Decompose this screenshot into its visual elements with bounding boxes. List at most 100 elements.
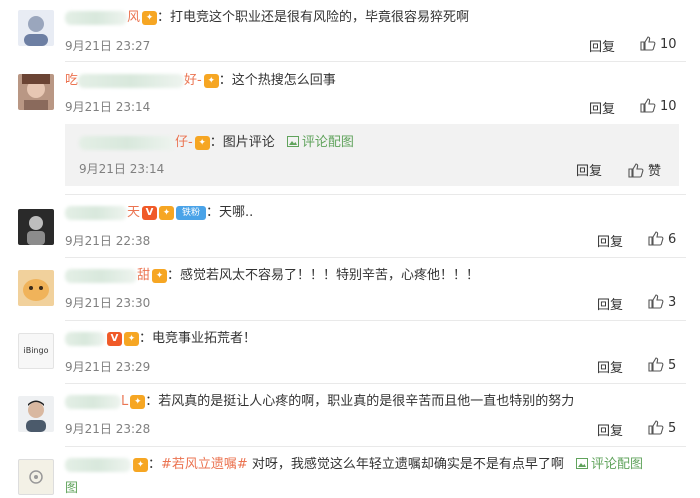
colon: ： — [139, 331, 153, 346]
thumbs-up-icon — [640, 36, 656, 51]
thumbs-up-icon — [648, 294, 664, 309]
picture-comment-link[interactable]: 评论配图 — [575, 457, 643, 472]
like-count: 10 — [660, 99, 677, 114]
avatar[interactable] — [18, 270, 54, 306]
verified-v-icon: V — [107, 331, 122, 346]
timestamp: 9月21日 23:29 — [65, 360, 151, 374]
reply-button[interactable]: 回复 — [589, 36, 615, 55]
reply-button[interactable]: 回复 — [576, 160, 602, 179]
comment-item: 风 ✦ ：打电竞这个职业还是很有风险的，毕竟很容易猝死啊 9月21日 23:27 回… — [0, 0, 700, 62]
comment-text-line: 天 V ✦ 铁粉 ：天哪.. — [65, 204, 253, 222]
colon: ： — [167, 268, 181, 283]
fan-badge-icon: ✦ — [142, 10, 158, 25]
sub-comment-text-line: 仔- ✦ ：图片评论 评论配图 — [79, 134, 354, 152]
like-button[interactable]: 10 — [640, 98, 677, 114]
fan-badge-icon: ✦ — [124, 331, 139, 346]
like-count: 3 — [668, 295, 677, 310]
comment-text: 电竞事业拓荒者！ — [152, 331, 257, 346]
like-count: 6 — [668, 232, 677, 247]
picture-comment-link-wrap[interactable]: 图 — [65, 480, 78, 498]
like-count: 10 — [660, 37, 677, 52]
fan-badge-icon: ✦ — [152, 268, 168, 283]
reply-button[interactable]: 回复 — [597, 357, 623, 376]
username-prefix[interactable]: 吃 — [65, 73, 78, 88]
avatar[interactable] — [18, 396, 54, 432]
username[interactable]: 甜 — [137, 268, 150, 283]
avatar[interactable] — [18, 10, 54, 46]
timestamp: 9月21日 23:28 — [65, 422, 151, 436]
comment-item: L ✦ ：若风真的是挺让人心疼的啊，职业真的是很辛苦而且他一直也特别的努力 9月21… — [0, 384, 700, 446]
like-button[interactable]: 赞 — [628, 160, 661, 179]
fan-badge-icon: ✦ — [203, 73, 219, 88]
colon: ： — [148, 457, 162, 472]
picture-comment-label: 评论配图 — [301, 135, 354, 150]
thumbs-up-icon — [648, 231, 664, 246]
reply-button[interactable]: 回复 — [589, 98, 615, 117]
avatar-image — [29, 470, 43, 484]
thumbs-up-icon — [640, 98, 656, 113]
avatar-image — [23, 279, 49, 301]
avatar-image — [22, 74, 50, 110]
like-button[interactable]: 5 — [648, 420, 676, 436]
blurred-username — [65, 10, 127, 25]
thumbs-up-icon — [648, 420, 664, 435]
thumbs-up-icon — [648, 357, 664, 372]
colon: ： — [209, 135, 223, 150]
comment-text-line: 风 ✦ ：打电竞这个职业还是很有风险的，毕竟很容易猝死啊 — [65, 9, 469, 27]
reply-button[interactable]: 回复 — [597, 231, 623, 250]
reply-button[interactable]: 回复 — [597, 294, 623, 313]
timestamp: 9月21日 23:14 — [65, 100, 151, 114]
like-button[interactable]: 3 — [648, 294, 676, 310]
image-icon — [286, 136, 299, 147]
like-label: 赞 — [648, 164, 662, 179]
username[interactable]: 仔- — [175, 135, 193, 150]
like-button[interactable]: 10 — [640, 36, 677, 52]
colon: ： — [206, 205, 220, 220]
username[interactable]: 风 — [127, 10, 140, 25]
picture-comment-label: 评论配图 — [590, 457, 643, 472]
colon: ： — [145, 394, 159, 409]
reply-button[interactable]: 回复 — [597, 420, 623, 439]
username[interactable]: 好- — [184, 73, 202, 88]
timestamp: 9月21日 23:14 — [79, 162, 165, 176]
like-count: 5 — [668, 421, 677, 436]
thumbs-up-icon — [628, 163, 644, 178]
fan-badge-icon: ✦ — [130, 394, 146, 409]
blurred-username — [65, 457, 131, 472]
fan-badge-icon: ✦ — [194, 135, 210, 150]
colon: ： — [157, 10, 171, 25]
comment-text: 若风真的是挺让人心疼的啊，职业真的是很辛苦而且他一直也特别的努力 — [158, 394, 575, 409]
comment-text-line: 吃 好- ✦ ：这个热搜怎么回事 — [65, 72, 336, 90]
blurred-username — [65, 394, 121, 409]
picture-comment-link[interactable]: 评论配图 — [286, 135, 354, 150]
username[interactable]: L — [121, 394, 128, 409]
comment-item: ✦ ：#若风立遗嘱# 对呀，我感觉这么年轻立遗嘱却确实是不是有点早了啊 评论配图 图 — [0, 447, 700, 496]
comment-text-line: L ✦ ：若风真的是挺让人心疼的啊，职业真的是很辛苦而且他一直也特别的努力 — [65, 393, 574, 411]
blurred-username — [65, 331, 105, 346]
avatar-image — [27, 216, 45, 245]
avatar-image — [26, 400, 46, 432]
image-icon — [575, 458, 588, 469]
comment-text-line: V ✦ ：电竞事业拓荒者！ — [65, 330, 256, 348]
comment-item: 天 V ✦ 铁粉 ：天哪.. 9月21日 22:38 回复 6 — [0, 195, 700, 257]
avatar[interactable] — [18, 209, 54, 245]
avatar-image — [24, 16, 48, 46]
comment-text: 天哪.. — [219, 205, 254, 220]
fan-badge-icon: ✦ — [133, 457, 148, 472]
timestamp: 9月21日 23:27 — [65, 39, 151, 53]
hashtag-link[interactable]: #若风立遗嘱# — [161, 457, 248, 472]
comment-text: 打电竞这个职业还是很有风险的，毕竟很容易猝死啊 — [170, 10, 470, 25]
avatar[interactable] — [18, 74, 54, 110]
avatar[interactable] — [18, 459, 54, 495]
comment-text-line: ✦ ：#若风立遗嘱# 对呀，我感觉这么年轻立遗嘱却确实是不是有点早了啊 评论配图 — [65, 456, 643, 474]
comment-item: 甜 ✦ ：感觉若风太不容易了！！！特别辛苦，心疼他！！！ 9月21日 23:30 回… — [0, 258, 700, 320]
comment-list: 风 ✦ ：打电竞这个职业还是很有风险的，毕竟很容易猝死啊 9月21日 23:27 回… — [0, 0, 700, 496]
avatar[interactable]: iBingo — [18, 333, 54, 369]
comment-text-line: 甜 ✦ ：感觉若风太不容易了！！！特别辛苦，心疼他！！！ — [65, 267, 479, 285]
username[interactable]: 天 — [127, 205, 140, 220]
fan-badge-icon: ✦ — [159, 205, 175, 220]
like-button[interactable]: 5 — [648, 357, 676, 373]
like-count: 5 — [668, 358, 677, 373]
like-button[interactable]: 6 — [648, 231, 676, 247]
comment-item: 吃好- ✦ ：这个热搜怎么回事 9月21日 23:14 回复 10 仔- ✦ ：图片评论… — [0, 62, 700, 187]
